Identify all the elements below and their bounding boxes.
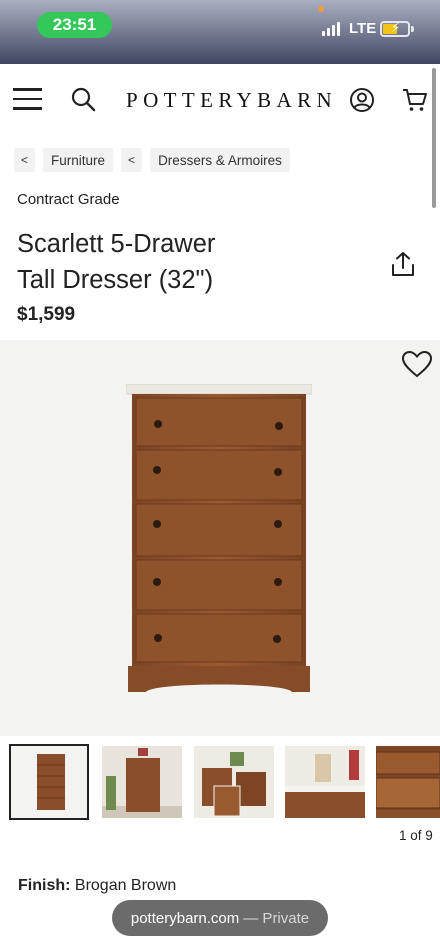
breadcrumb-back-chevron[interactable]: < <box>14 148 36 172</box>
breadcrumb-dressers[interactable]: Dressers & Armoires <box>150 148 290 172</box>
battery-icon: ⚡ <box>380 20 410 37</box>
mic-indicator-dot <box>318 6 324 12</box>
heart-icon[interactable] <box>401 350 433 378</box>
status-bar: 23:51 LTE ⚡ <box>0 0 440 64</box>
status-time: 23:51 <box>37 12 112 38</box>
finish-value: Brogan Brown <box>74 877 177 894</box>
search-icon[interactable] <box>70 86 96 112</box>
thumbnail-dresser-room[interactable] <box>102 746 182 818</box>
site-logo[interactable]: POTTERYBARN <box>126 88 337 113</box>
site-header: POTTERYBARN <box>0 64 440 138</box>
page-scrollbar[interactable] <box>432 68 436 208</box>
browser-url-bar[interactable]: potterybarn.com — Private <box>112 900 328 936</box>
finish-label: Finish: <box>18 877 71 894</box>
cart-icon[interactable] <box>402 87 428 113</box>
product-title-line1: Scarlett 5-Drawer <box>17 230 216 258</box>
share-icon[interactable] <box>390 250 416 278</box>
network-label: LTE <box>349 20 377 37</box>
dresser-illustration <box>126 384 312 692</box>
product-title: Scarlett 5-Drawer Tall Dresser (32") <box>17 226 347 298</box>
product-title-line2: Tall Dresser (32") <box>17 266 214 294</box>
url-private-mode: — Private <box>243 909 310 927</box>
product-grade: Contract Grade <box>17 191 120 208</box>
thumbnail-dresser-set[interactable] <box>194 746 274 818</box>
thumbnail-dresser-detail[interactable] <box>285 746 365 818</box>
thumbnail-dresser-drawer[interactable] <box>376 746 440 818</box>
signal-icon <box>322 22 342 36</box>
breadcrumb-furniture[interactable]: Furniture <box>43 148 114 172</box>
thumbnail-strip <box>0 744 440 820</box>
url-domain: potterybarn.com <box>130 909 240 927</box>
thumbnail-dresser-front[interactable] <box>9 744 89 820</box>
battery-tip <box>411 26 414 32</box>
hamburger-icon[interactable] <box>13 88 42 110</box>
breadcrumb-chevron[interactable]: < <box>121 148 143 172</box>
breadcrumb: < Furniture < Dressers & Armoires <box>14 148 290 172</box>
account-icon[interactable] <box>349 87 375 113</box>
gallery-counter: 1 of 9 <box>399 828 433 843</box>
finish-row[interactable]: Finish: Brogan Brown <box>18 877 176 895</box>
product-price: $1,599 <box>17 304 76 325</box>
